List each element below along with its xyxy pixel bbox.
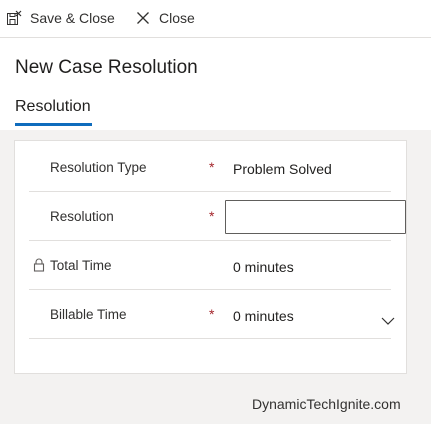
close-label: Close (159, 10, 195, 26)
watermark-text: DynamicTechIgnite.com (252, 396, 401, 412)
total-time-value: 0 minutes (233, 259, 294, 275)
save-and-close-label: Save & Close (30, 10, 115, 26)
field-row-resolution: Resolution * (29, 192, 406, 241)
resolution-section: Resolution Type * Problem Solved Resolut… (14, 140, 407, 374)
resolution-input[interactable] (225, 200, 406, 234)
save-and-close-button[interactable]: Save & Close (5, 0, 115, 36)
field-label: Total Time (50, 258, 112, 273)
billable-time-value[interactable]: 0 minutes (233, 308, 294, 324)
page-title: New Case Resolution (15, 57, 198, 78)
lock-icon (33, 258, 45, 272)
resolution-type-value[interactable]: Problem Solved (233, 161, 332, 177)
field-label: Billable Time (50, 307, 127, 322)
form-header: New Case Resolution Resolution (0, 38, 431, 130)
required-indicator: * (209, 208, 215, 224)
chevron-down-icon[interactable] (381, 312, 395, 325)
field-row-billable-time[interactable]: Billable Time * 0 minutes (29, 290, 395, 339)
required-indicator: * (209, 159, 215, 175)
save-and-close-icon (5, 9, 23, 27)
field-row-total-time: Total Time 0 minutes (29, 241, 391, 290)
field-label: Resolution Type (50, 160, 147, 175)
close-button[interactable]: Close (134, 0, 195, 36)
close-icon (134, 9, 152, 27)
field-label: Resolution (50, 209, 114, 224)
tab-resolution[interactable]: Resolution (15, 98, 91, 116)
field-row-resolution-type: Resolution Type * Problem Solved (29, 143, 391, 192)
tab-active-indicator (15, 123, 92, 126)
required-indicator: * (209, 306, 215, 322)
command-bar: Save & Close Close (0, 0, 431, 38)
